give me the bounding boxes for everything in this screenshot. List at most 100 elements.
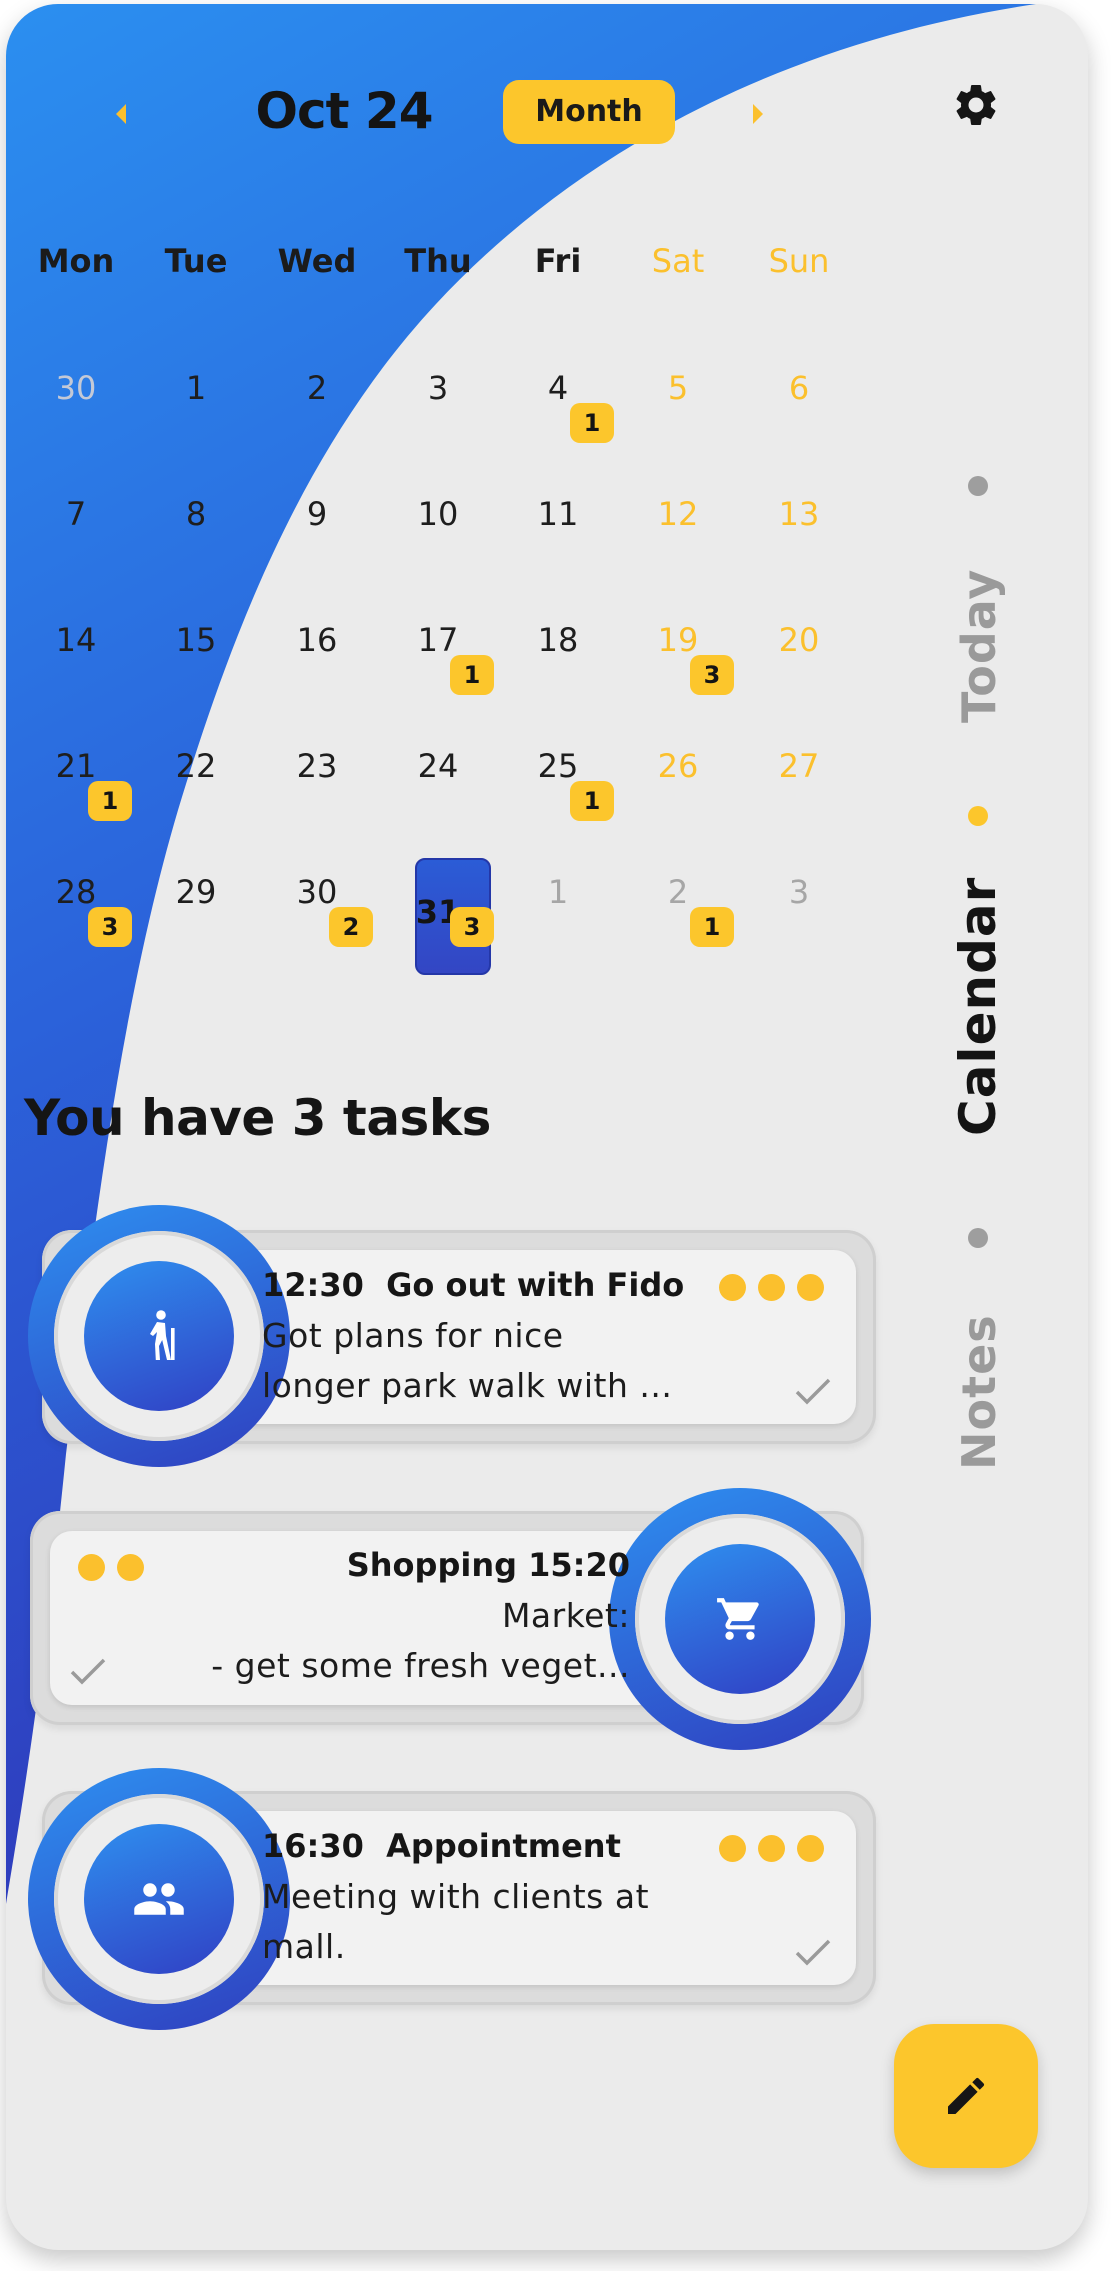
calendar-day[interactable]: 29 [136, 853, 256, 937]
task-count-badge: 1 [570, 781, 614, 821]
day-number: 3 [788, 873, 810, 911]
task-title: Appointment [386, 1827, 621, 1865]
day-number: 1 [185, 369, 207, 407]
calendar-day[interactable]: 30 2 [257, 853, 377, 947]
calendar-day[interactable]: 7 [16, 475, 136, 559]
nav-dot [968, 1228, 988, 1248]
nav-dot [968, 476, 988, 496]
calendar-day[interactable]: 21 [618, 853, 738, 947]
calendar-day[interactable]: 13 [739, 475, 859, 559]
task-count-badge: 1 [450, 655, 494, 695]
calendar-day[interactable]: 28 3 [16, 853, 136, 947]
day-number: 13 [778, 495, 820, 533]
tab-calendar[interactable]: Calendar [949, 877, 1007, 1136]
day-number: 19 [657, 621, 699, 659]
month-view-toggle[interactable]: Month [503, 80, 675, 144]
calendar-day[interactable]: 10 [378, 475, 498, 559]
day-number: 3 [427, 369, 449, 407]
calendar-day[interactable]: 16 [257, 601, 377, 685]
day-number: 10 [417, 495, 459, 533]
weekday-label: Sat [651, 242, 705, 280]
checkmark-icon[interactable] [793, 1937, 833, 1967]
weekday-label: Thu [404, 242, 472, 280]
task-heading: Shopping 15:20 [206, 1546, 630, 1584]
day-number: 28 [55, 873, 97, 911]
priority-dots [78, 1554, 144, 1581]
calendar-day[interactable]: 2 [257, 349, 377, 433]
calendar-day-selected[interactable]: 31 3 [378, 853, 498, 975]
day-number: 29 [175, 873, 217, 911]
task-description-line: - get some fresh veget... [211, 1646, 630, 1685]
day-number: 24 [417, 747, 459, 785]
calendar-day[interactable]: 3 [739, 853, 859, 937]
day-number: 17 [417, 621, 459, 659]
priority-dots [719, 1835, 824, 1862]
day-number: 2 [667, 873, 689, 911]
calendar-day[interactable]: 15 [136, 601, 256, 685]
calendar-day[interactable]: 9 [257, 475, 377, 559]
weekday-label: Wed [277, 242, 357, 280]
task-icon-button[interactable] [84, 1824, 234, 1974]
calendar-day[interactable]: 12 [618, 475, 738, 559]
chevron-right-icon [753, 104, 763, 124]
calendar-day[interactable]: 22 [136, 727, 256, 811]
day-number: 14 [55, 621, 97, 659]
day-number: 20 [778, 621, 820, 659]
task-count-badge: 3 [690, 655, 734, 695]
day-number: 27 [778, 747, 820, 785]
calendar-day[interactable]: 11 [498, 475, 618, 559]
calendar-day[interactable]: 21 1 [16, 727, 136, 821]
calendar-day[interactable]: 14 [16, 601, 136, 685]
calendar-day[interactable]: 20 [739, 601, 859, 685]
calendar-day[interactable]: 8 [136, 475, 256, 559]
weekday-label: Tue [164, 242, 228, 280]
calendar-day[interactable]: 1 [498, 853, 618, 937]
calendar-day[interactable]: 1 [136, 349, 256, 433]
day-number: 11 [537, 495, 579, 533]
calendar-day[interactable]: 26 [618, 727, 738, 811]
edit-fab-button[interactable] [894, 2024, 1038, 2168]
calendar-day[interactable]: 30 [16, 349, 136, 433]
task-icon-button[interactable] [665, 1544, 815, 1694]
calendar-day[interactable]: 25 1 [498, 727, 618, 821]
day-number: 1 [547, 873, 569, 911]
tab-today[interactable]: Today [952, 569, 1006, 723]
calendar-day[interactable]: 5 [618, 349, 738, 433]
task-icon-button[interactable] [84, 1261, 234, 1411]
checkmark-icon[interactable] [793, 1376, 833, 1406]
next-month-button[interactable] [741, 94, 773, 134]
weekday-label: Fri [534, 242, 582, 280]
weekday-label: Sun [768, 242, 830, 280]
calendar-day[interactable]: 23 [257, 727, 377, 811]
task-time: 12:30 [262, 1266, 364, 1304]
calendar-day[interactable]: 41 [498, 349, 618, 443]
day-number: 2 [306, 369, 328, 407]
task-count-badge: 2 [329, 907, 373, 947]
calendar-day[interactable]: 19 3 [618, 601, 738, 695]
task-description-line: longer park walk with ... [262, 1366, 673, 1405]
task-title: Shopping [346, 1546, 517, 1584]
day-number: 26 [657, 747, 699, 785]
prev-month-button[interactable] [106, 94, 138, 134]
task-count-badge: 1 [88, 781, 132, 821]
calendar-day[interactable]: 18 [498, 601, 618, 685]
tasks-heading: You have 3 tasks [24, 1089, 491, 1147]
day-number: 5 [667, 369, 689, 407]
calendar-day[interactable]: 24 [378, 727, 498, 811]
task-description-line: Market: [501, 1596, 630, 1635]
checkmark-icon[interactable] [68, 1656, 108, 1686]
settings-button[interactable] [951, 80, 1001, 130]
task-icon-ring [28, 1205, 290, 1467]
day-number: 23 [296, 747, 338, 785]
calendar-day[interactable]: 6 [739, 349, 859, 433]
calendar-day[interactable]: 3 [378, 349, 498, 433]
day-number: 15 [175, 621, 217, 659]
calendar-day[interactable]: 27 [739, 727, 859, 811]
tab-notes[interactable]: Notes [952, 1314, 1006, 1470]
day-number: 4 [547, 369, 569, 407]
pencil-icon [948, 2077, 985, 2114]
calendar-day[interactable]: 17 1 [378, 601, 498, 695]
day-number: 30 [55, 369, 97, 407]
task-description-line: Meeting with clients at [262, 1877, 650, 1916]
day-number: 9 [306, 495, 328, 533]
